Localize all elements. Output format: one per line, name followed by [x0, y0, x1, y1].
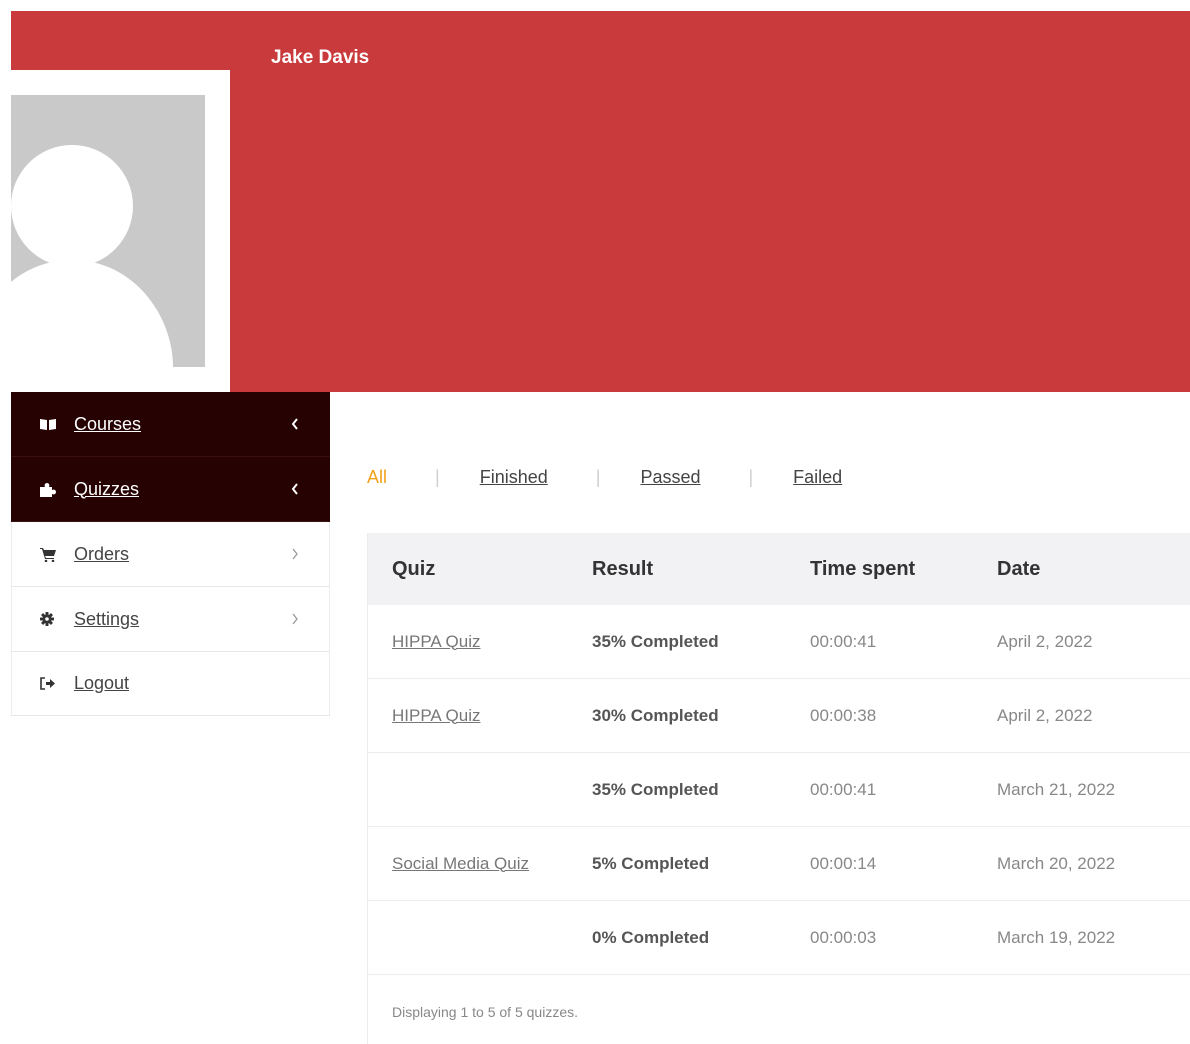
filter-separator: | — [435, 466, 440, 487]
header-result: Result — [592, 557, 654, 580]
quiz-time-spent: 00:00:38 — [810, 705, 877, 725]
quiz-link[interactable]: HIPPA Quiz — [368, 632, 592, 652]
sidebar-item-courses[interactable]: Courses — [11, 392, 330, 457]
table-row: 0% Completed 00:00:03 March 19, 2022 — [368, 901, 1190, 975]
sidebar-item-label: Logout — [74, 673, 130, 693]
quiz-result: 35% Completed — [592, 631, 719, 651]
quiz-link[interactable]: HIPPA Quiz — [368, 706, 592, 726]
filter-separator: | — [595, 466, 601, 487]
table-row: 35% Completed 00:00:41 March 21, 2022 — [368, 753, 1190, 827]
sidebar-item-label: Quizzes — [74, 478, 140, 499]
quiz-date: April 2, 2022 — [997, 631, 1093, 651]
quiz-date: March 21, 2022 — [997, 779, 1116, 799]
filter-failed[interactable]: Failed — [793, 467, 842, 488]
header-quiz: Quiz — [392, 557, 436, 580]
table-row: HIPPA Quiz 35% Completed 00:00:41 April … — [368, 605, 1190, 679]
chevron-right-icon — [289, 548, 301, 560]
quiz-result: 5% Completed — [592, 853, 710, 873]
sidebar-item-label: Orders — [74, 543, 130, 564]
quiz-date: March 20, 2022 — [997, 853, 1116, 873]
sidebar-item-quizzes[interactable]: Quizzes — [11, 457, 330, 522]
filter-separator: | — [748, 466, 754, 487]
sidebar-item-settings[interactable]: Settings — [11, 587, 330, 652]
chevron-right-icon — [289, 613, 301, 625]
quiz-time-spent: 00:00:41 — [810, 631, 877, 651]
quiz-date: March 19, 2022 — [997, 927, 1116, 947]
chevron-left-icon — [289, 418, 301, 430]
book-icon — [40, 418, 74, 431]
sidebar-nav: Courses Quizzes Orders Settings Logout — [11, 392, 330, 716]
table-row: Social Media Quiz 5% Completed 00:00:14 … — [368, 827, 1190, 901]
quiz-time-spent: 00:00:14 — [810, 853, 877, 873]
header-time-spent: Time spent — [810, 557, 916, 580]
filter-all[interactable]: All — [367, 467, 387, 488]
quiz-link[interactable]: Social Media Quiz — [368, 854, 592, 874]
quiz-result: 0% Completed — [592, 927, 710, 947]
cart-icon — [40, 547, 74, 562]
quiz-table: Quiz Result Time spent Date HIPPA Quiz 3… — [367, 533, 1190, 1044]
avatar — [11, 95, 205, 367]
sidebar-item-logout[interactable]: Logout — [11, 652, 330, 716]
sidebar-item-label: Settings — [74, 608, 140, 629]
default-user-icon — [11, 145, 173, 367]
logout-icon — [40, 677, 74, 690]
sidebar-item-label: Courses — [74, 413, 142, 434]
sidebar-item-orders[interactable]: Orders — [11, 522, 330, 587]
quiz-time-spent: 00:00:03 — [810, 927, 877, 947]
gear-icon — [40, 612, 74, 626]
chevron-left-icon — [289, 483, 301, 495]
table-pagination-summary: Displaying 1 to 5 of 5 quizzes. — [392, 1004, 578, 1020]
quiz-time-spent: 00:00:41 — [810, 779, 877, 799]
filter-passed[interactable]: Passed — [640, 467, 700, 488]
quiz-result: 30% Completed — [592, 705, 719, 725]
header-date: Date — [997, 557, 1041, 580]
filter-finished[interactable]: Finished — [480, 467, 548, 488]
quiz-date: April 2, 2022 — [997, 705, 1093, 725]
table-row: HIPPA Quiz 30% Completed 00:00:38 April … — [368, 679, 1190, 753]
user-name: Jake Davis — [271, 47, 370, 68]
quiz-filter-tabs: All | Finished | Passed | Failed — [367, 463, 842, 491]
puzzle-icon — [40, 482, 74, 497]
quiz-result: 35% Completed — [592, 779, 719, 799]
table-header: Quiz Result Time spent Date — [368, 533, 1190, 605]
